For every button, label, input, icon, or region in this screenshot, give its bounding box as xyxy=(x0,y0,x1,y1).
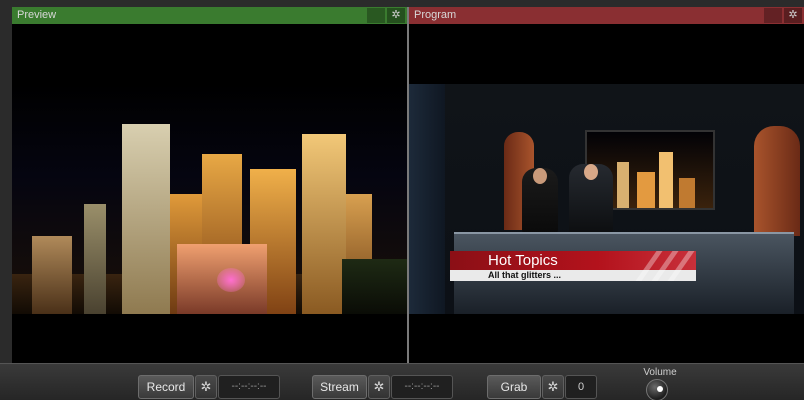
stream-timecode: --:--:--:-- xyxy=(391,375,453,399)
monitor-skyline-a xyxy=(617,162,629,208)
tower-empire xyxy=(122,124,170,314)
stream-button[interactable]: Stream xyxy=(312,375,367,399)
volume-knob[interactable] xyxy=(646,379,668,400)
studio-wall-left xyxy=(409,84,445,314)
neon-glow xyxy=(217,268,245,292)
program-config-icon[interactable]: ✲ xyxy=(784,8,802,23)
preview-title: Preview xyxy=(17,9,57,21)
preview-video xyxy=(12,84,407,314)
studio-panel-right xyxy=(754,126,800,236)
volume-knob-indicator xyxy=(657,386,663,392)
tower-chrysler xyxy=(302,134,346,314)
program-header-slot xyxy=(764,8,782,23)
grab-count: 0 xyxy=(565,375,597,399)
presenter-female-head xyxy=(533,168,547,184)
monitor-skyline-b xyxy=(637,172,655,208)
program-pane: Program ✲ Hot Topics All that glitters .… xyxy=(409,7,804,363)
palm-trees xyxy=(342,259,407,314)
record-config-icon[interactable]: ✲ xyxy=(195,375,217,399)
presenter-female xyxy=(522,168,558,234)
building-left xyxy=(32,236,72,314)
presenter-male xyxy=(569,164,613,234)
lower-third: Hot Topics All that glitters ... xyxy=(450,251,696,282)
preview-pane: Preview ✲ xyxy=(12,7,407,363)
record-button[interactable]: Record xyxy=(138,375,194,399)
preview-config-icon[interactable]: ✲ xyxy=(387,8,405,23)
monitor-skyline-c xyxy=(659,152,673,208)
record-timecode: --:--:--:-- xyxy=(218,375,280,399)
control-bar: Record ✲ --:--:--:-- Stream ✲ --:--:--:-… xyxy=(0,363,804,400)
program-header: Program ✲ xyxy=(409,7,804,24)
statue-of-liberty xyxy=(84,204,106,314)
preview-header-slot xyxy=(367,8,385,23)
stream-config-icon[interactable]: ✲ xyxy=(368,375,390,399)
preview-header: Preview ✲ xyxy=(12,7,407,24)
volume-label: Volume xyxy=(643,367,677,378)
grab-button[interactable]: Grab xyxy=(487,375,541,399)
grab-config-icon[interactable]: ✲ xyxy=(542,375,564,399)
presenter-male-head xyxy=(584,164,598,180)
program-title: Program xyxy=(414,9,457,21)
program-video: Hot Topics All that glitters ... xyxy=(409,84,804,314)
monitor-skyline-d xyxy=(679,178,695,208)
